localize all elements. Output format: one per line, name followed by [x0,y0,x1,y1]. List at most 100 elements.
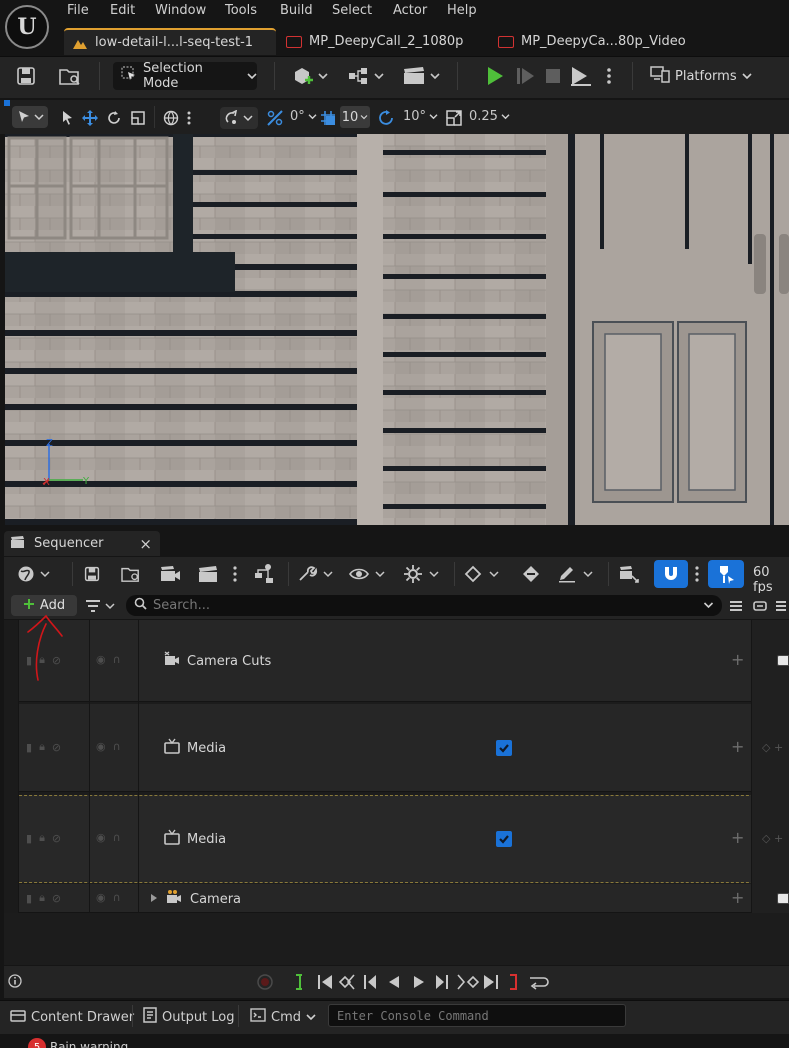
filter-dropdown[interactable] [84,596,118,616]
tab-media-player-2[interactable]: MP_DeepyCa...80p_Video [494,28,686,55]
content-browser-icon[interactable] [57,64,83,88]
menu-window[interactable]: Window [155,3,206,18]
stop-icon[interactable] [542,63,564,89]
tab-media-player-1[interactable]: MP_DeepyCall_2_1080p [282,28,463,55]
advance-frame-icon[interactable] [513,63,537,89]
output-log-button[interactable]: Output Log [143,1007,235,1027]
find-in-browser-icon[interactable] [118,563,144,585]
more-options-icon[interactable] [692,563,702,585]
actor-hierarchy-icon[interactable] [252,562,276,586]
more-options-icon[interactable] [184,108,194,128]
chevron-down-icon[interactable] [703,598,714,613]
track-row-media-2[interactable] [4,795,789,883]
select-arrow-icon[interactable] [58,108,76,128]
menu-build[interactable]: Build [280,3,313,18]
track-search-input[interactable]: Search... [126,595,722,616]
grid-snap-value[interactable]: 10 [340,106,370,128]
level-viewport[interactable]: Z Y X [5,134,789,525]
track-row-media-1[interactable] [4,704,789,792]
track-visibility-icons[interactable]: ◉ ∩ [96,891,121,904]
world-dropdown[interactable] [16,564,54,584]
info-icon[interactable] [8,974,22,988]
play-icon[interactable] [483,63,507,89]
track-name-camera-cuts[interactable]: Camera Cuts [164,651,271,671]
track-state-icons[interactable]: ▮ 🔒︎ ⊘ [26,891,61,905]
key-interpolation-dropdown[interactable] [462,563,502,585]
blueprint-icon[interactable] [346,64,386,88]
transport-controls[interactable] [256,973,549,991]
angle-snap-icon[interactable] [377,108,397,128]
select-mode-dropdown[interactable] [12,106,48,128]
save-icon[interactable] [82,564,102,584]
track-state-icons[interactable]: ▮ 🔒︎ ⊘ [26,831,61,845]
scale-snap-icon[interactable] [444,108,464,128]
scale-icon[interactable] [128,108,148,128]
eject-icon[interactable] [568,63,594,89]
scale-snap-value[interactable]: 0.25 [469,109,510,124]
track-name-media-1[interactable]: Media [164,738,226,758]
warning-text[interactable]: Rain warning [50,1040,128,1048]
rotation-snap-value[interactable]: 0° [290,109,317,124]
expand-collapse-controls[interactable] [728,596,788,616]
camera-section[interactable] [777,893,789,904]
rotate-icon[interactable] [104,108,124,128]
tools-wrench-dropdown[interactable] [296,563,336,585]
playback-options-dropdown[interactable] [402,562,442,586]
playhead-lock-toggle[interactable] [708,560,744,588]
cmd-dropdown[interactable]: Cmd [250,1007,316,1027]
menu-tools[interactable]: Tools [225,3,257,18]
selection-mode-dropdown[interactable]: Selection Mode [113,61,257,91]
grid-snap-icon[interactable] [318,108,338,128]
add-section-button[interactable]: + [731,737,744,756]
track-name-camera[interactable]: Camera [150,889,241,909]
unreal-logo-icon[interactable]: U [5,5,49,49]
add-section-button[interactable]: + [731,888,744,907]
menu-edit[interactable]: Edit [110,3,135,18]
warning-count-badge[interactable]: 5 [28,1038,46,1048]
close-icon[interactable]: × [139,535,152,553]
translate-icon[interactable] [80,108,100,128]
key-nav-icons[interactable]: ◇ + [762,832,783,845]
tab-sequencer[interactable]: Sequencer × [4,531,160,556]
more-options-icon[interactable] [603,63,615,89]
view-options-eye-dropdown[interactable] [348,563,388,585]
platforms-dropdown[interactable]: Platforms [650,64,752,88]
cinematics-icon[interactable] [400,64,442,88]
content-drawer-button[interactable]: Content Drawer [10,1007,134,1027]
surface-snapping-dropdown[interactable] [220,107,258,129]
more-options-icon[interactable] [230,563,240,585]
cinematic-clapper-icon[interactable] [196,563,220,585]
track-name-media-2[interactable]: Media [164,829,226,849]
expand-arrow-icon[interactable] [150,892,158,907]
rotation-snap-icon[interactable] [265,108,285,128]
add-actor-icon[interactable] [290,64,330,88]
track-visibility-icons[interactable]: ◉ ∩ [96,831,121,844]
media-1-enabled-checkbox[interactable] [496,740,512,756]
auto-key-icon[interactable] [518,562,544,586]
camera-cut-lock-icon[interactable] [616,562,642,586]
add-section-button[interactable]: + [731,650,744,669]
add-section-button[interactable]: + [731,828,744,847]
key-nav-icons[interactable]: ◇ + [762,741,783,754]
menu-help[interactable]: Help [447,3,477,18]
frame-rate-selector[interactable]: 60 fps [753,565,789,595]
edit-mode-pencil-dropdown[interactable] [556,563,596,585]
media-2-enabled-checkbox[interactable] [496,831,512,847]
console-command-input[interactable]: Enter Console Command [328,1004,626,1027]
world-local-icon[interactable] [160,108,182,128]
render-movie-icon[interactable] [158,563,182,585]
track-visibility-icons[interactable]: ◉ ∩ [96,653,121,666]
track-row-camera-cuts[interactable] [4,620,789,702]
track-row-camera[interactable] [4,884,789,913]
search-placeholder: Search... [153,598,211,613]
menu-select[interactable]: Select [332,3,372,18]
save-icon[interactable] [14,64,38,88]
snapping-magnet-toggle[interactable] [654,560,688,588]
menu-file[interactable]: File [67,3,89,18]
menu-actor[interactable]: Actor [393,3,427,18]
track-state-icons[interactable]: ▮ 🔒︎ ⊘ [26,740,61,754]
angle-snap-value[interactable]: 10° [403,109,438,124]
track-visibility-icons[interactable]: ◉ ∩ [96,740,121,753]
tab-level[interactable]: low-detail-l...l-seq-test-1 [64,28,276,55]
camera-cut-section[interactable] [777,655,789,666]
